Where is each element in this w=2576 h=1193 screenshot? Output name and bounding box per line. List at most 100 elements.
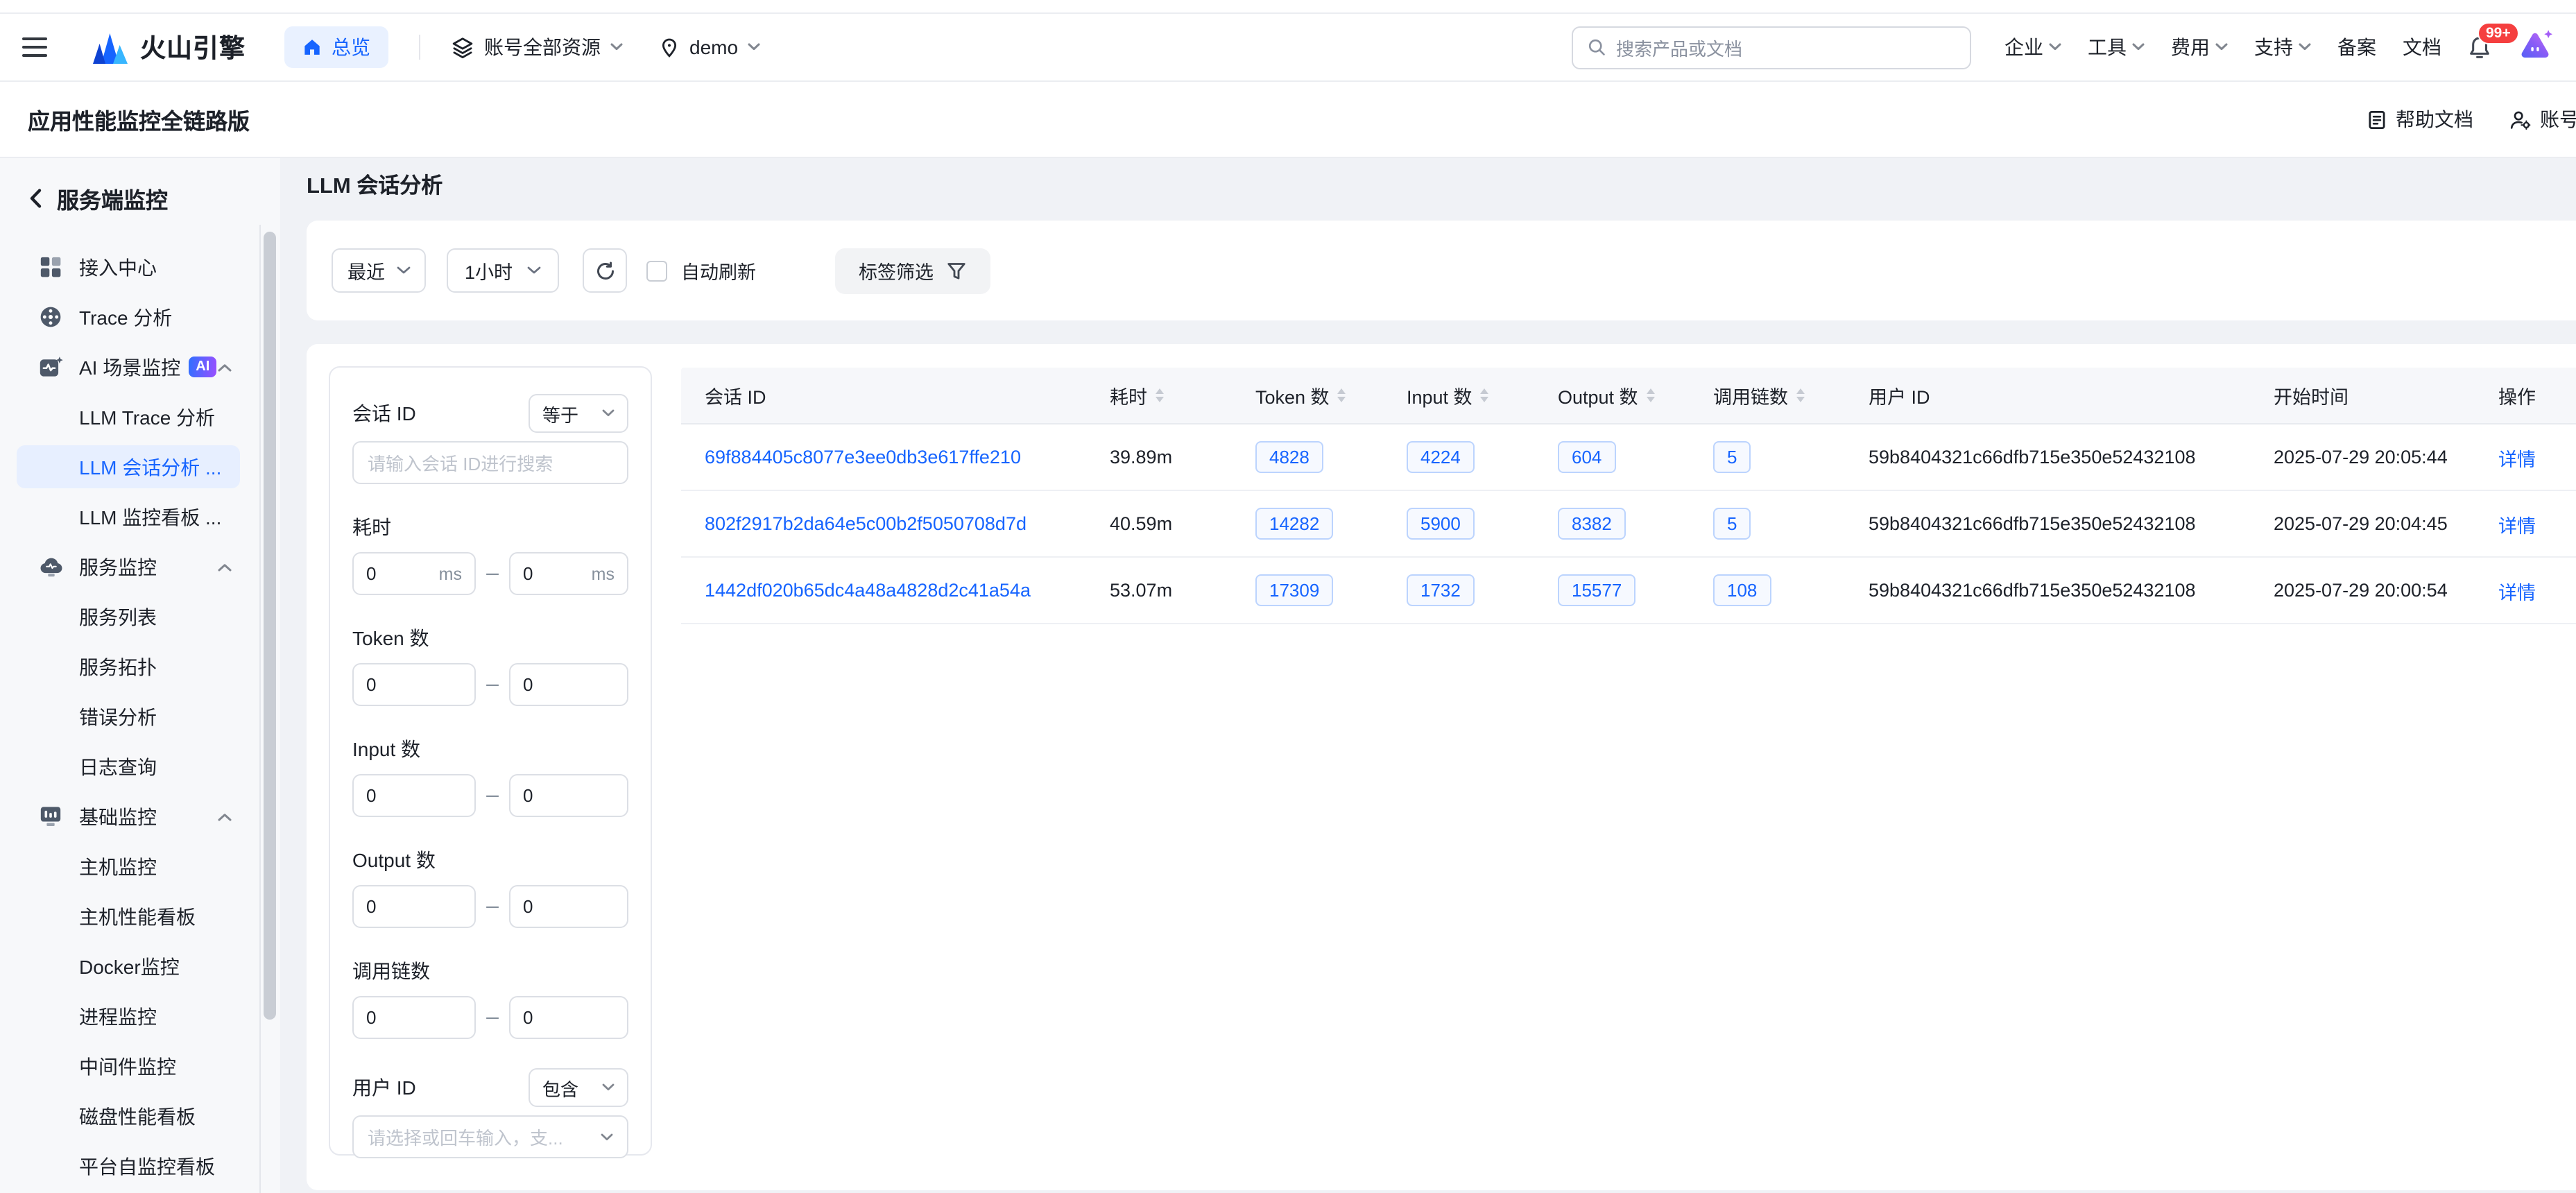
sidebar-item[interactable]: 主机性能看板 bbox=[17, 895, 240, 938]
chevron-up-icon bbox=[218, 363, 232, 371]
sidebar-item[interactable]: 基础监控 bbox=[17, 795, 240, 838]
duration-max-input[interactable]: 0 ms bbox=[509, 552, 628, 595]
time-range-select[interactable]: 1小时 bbox=[447, 248, 559, 293]
nav-menu-item[interactable]: 支持 bbox=[2254, 33, 2311, 61]
user-id-input[interactable]: 请选择或回车输入，支... bbox=[352, 1115, 628, 1158]
detail-link[interactable]: 详情 bbox=[2498, 449, 2536, 470]
sidebar-item[interactable]: 接入中心 bbox=[17, 246, 240, 289]
column-header[interactable]: 调用链数 bbox=[1713, 381, 1869, 409]
nav-menu-item[interactable]: 备案 bbox=[2337, 33, 2376, 61]
sidebar-item[interactable]: 服务拓扑 bbox=[17, 645, 240, 688]
notifications-button[interactable]: 99+ bbox=[2466, 34, 2493, 60]
sidebar-header-back[interactable]: 服务端监控 bbox=[0, 158, 280, 215]
table-row: 1442df020b65dc4a48a4828d2c41a54a53.07m17… bbox=[681, 558, 2576, 624]
help-doc-link[interactable]: 帮助文档 bbox=[2367, 105, 2473, 133]
region-label: demo bbox=[689, 36, 738, 58]
refresh-icon bbox=[594, 260, 615, 281]
sort-icon[interactable] bbox=[1647, 388, 1655, 403]
user-id-operator-select[interactable]: 包含 bbox=[529, 1068, 628, 1107]
count-tag[interactable]: 5 bbox=[1713, 507, 1751, 540]
count-tag[interactable]: 4828 bbox=[1255, 440, 1323, 473]
sidebar-item-label: 主机监控 bbox=[79, 852, 157, 880]
trace-min-input[interactable]: 0 bbox=[352, 996, 476, 1039]
nav-menu-item[interactable]: 文档 bbox=[2403, 33, 2441, 61]
sidebar-item[interactable]: 日志查询 bbox=[17, 745, 240, 788]
token-label: Token 数 bbox=[352, 627, 429, 649]
count-tag[interactable]: 5 bbox=[1713, 440, 1751, 473]
column-header[interactable]: 耗时 bbox=[1110, 381, 1255, 409]
table-cell-session_id: 69f884405c8077e3ee0db3e617ffe210 bbox=[681, 447, 1110, 467]
session-id-operator-select[interactable]: 等于 bbox=[529, 394, 628, 433]
trace-max-input[interactable]: 0 bbox=[509, 996, 628, 1039]
sidebar-item[interactable]: 中间件监控 bbox=[17, 1045, 240, 1088]
detail-link[interactable]: 详情 bbox=[2498, 515, 2536, 536]
token-max-input[interactable]: 0 bbox=[509, 663, 628, 706]
sidebar-scrollbar-thumb[interactable] bbox=[264, 232, 276, 1020]
count-tag[interactable]: 1732 bbox=[1407, 574, 1475, 606]
session-id-link[interactable]: 1442df020b65dc4a48a4828d2c41a54a bbox=[705, 580, 1031, 601]
count-tag[interactable]: 604 bbox=[1558, 440, 1615, 473]
column-header[interactable]: Token 数 bbox=[1255, 381, 1407, 409]
sidebar-item[interactable]: 磁盘性能看板 bbox=[17, 1095, 240, 1138]
account-permission-link[interactable]: 账号权限 bbox=[2509, 105, 2576, 133]
sidebar-item[interactable]: LLM 会话分析 ... bbox=[17, 445, 240, 488]
refresh-button[interactable] bbox=[583, 248, 627, 293]
sidebar-item[interactable]: Docker监控 bbox=[17, 945, 240, 988]
help-doc-label: 帮助文档 bbox=[2396, 105, 2473, 133]
overview-button[interactable]: 总览 bbox=[284, 26, 388, 68]
sidebar-item[interactable]: LLM Trace 分析 bbox=[17, 395, 240, 438]
nav-menu-item[interactable]: 企业 bbox=[2004, 33, 2061, 61]
cell-text: 59b8404321c66dfb715e350e52432108 bbox=[1869, 513, 2196, 534]
region-selector[interactable]: demo bbox=[659, 36, 760, 58]
column-header[interactable]: Input 数 bbox=[1407, 381, 1558, 409]
sidebar-item[interactable]: 进程监控 bbox=[17, 995, 240, 1038]
input-min-input[interactable]: 0 bbox=[352, 774, 476, 817]
sort-icon[interactable] bbox=[1481, 388, 1489, 403]
input-max-input[interactable]: 0 bbox=[509, 774, 628, 817]
auto-refresh-toggle[interactable]: 自动刷新 bbox=[646, 257, 756, 284]
sort-icon[interactable] bbox=[1338, 388, 1346, 403]
count-tag[interactable]: 5900 bbox=[1407, 507, 1475, 540]
count-tag[interactable]: 108 bbox=[1713, 574, 1771, 606]
nav-menu-item[interactable]: 费用 bbox=[2171, 33, 2228, 61]
sidebar-item[interactable]: AI 场景监控 AI bbox=[17, 345, 240, 388]
output-max-input[interactable]: 0 bbox=[509, 885, 628, 928]
sort-icon[interactable] bbox=[1156, 388, 1164, 403]
sidebar-item[interactable]: 服务列表 bbox=[17, 595, 240, 638]
tag-filter-button[interactable]: 标签筛选 bbox=[835, 248, 990, 293]
sidebar-item[interactable]: 主机监控 bbox=[17, 845, 240, 888]
sidebar-item[interactable]: Trace 分析 bbox=[17, 295, 240, 338]
time-mode-select[interactable]: 最近 bbox=[332, 248, 426, 293]
session-id-link[interactable]: 802f2917b2da64e5c00b2f5050708d7d bbox=[705, 513, 1027, 534]
nav-menu-item[interactable]: 工具 bbox=[2088, 33, 2145, 61]
session-id-link[interactable]: 69f884405c8077e3ee0db3e617ffe210 bbox=[705, 447, 1021, 467]
detail-link[interactable]: 详情 bbox=[2498, 582, 2536, 603]
avatar[interactable] bbox=[2514, 28, 2557, 67]
account-resources-selector[interactable]: 账号全部资源 bbox=[451, 33, 623, 61]
brand-logo[interactable]: 火山引擎 bbox=[92, 29, 246, 65]
count-tag[interactable]: 17309 bbox=[1255, 574, 1333, 606]
auto-refresh-checkbox[interactable] bbox=[646, 260, 667, 281]
nav-menu-item-label: 费用 bbox=[2171, 33, 2210, 61]
column-header[interactable]: Output 数 bbox=[1558, 381, 1713, 409]
toolbar-card: 最近 1小时 自动刷新 标签筛选 bbox=[307, 221, 2576, 320]
count-tag[interactable]: 15577 bbox=[1558, 574, 1635, 606]
count-tag[interactable]: 4224 bbox=[1407, 440, 1475, 473]
table-row: 802f2917b2da64e5c00b2f5050708d7d40.59m14… bbox=[681, 491, 2576, 558]
sidebar-item[interactable]: 服务监控 bbox=[17, 545, 240, 588]
sidebar-item[interactable]: 错误分析 bbox=[17, 695, 240, 738]
sidebar-item[interactable]: LLM 监控看板 ... bbox=[17, 495, 240, 538]
table-cell-duration: 53.07m bbox=[1110, 580, 1255, 601]
search-input[interactable]: 搜索产品或文档 bbox=[1572, 26, 1971, 69]
sidebar-item[interactable]: 平台自监控看板 bbox=[17, 1144, 240, 1187]
chevron-up-icon bbox=[218, 563, 232, 571]
session-id-input[interactable]: 请输入会话 ID进行搜索 bbox=[352, 441, 628, 484]
count-tag[interactable]: 8382 bbox=[1558, 507, 1626, 540]
token-min-input[interactable]: 0 bbox=[352, 663, 476, 706]
hamburger-menu-icon[interactable] bbox=[22, 37, 47, 57]
duration-min-input[interactable]: 0 ms bbox=[352, 552, 476, 595]
table-body: 69f884405c8077e3ee0db3e617ffe21039.89m48… bbox=[681, 424, 2576, 624]
count-tag[interactable]: 14282 bbox=[1255, 507, 1333, 540]
output-min-input[interactable]: 0 bbox=[352, 885, 476, 928]
sort-icon[interactable] bbox=[1796, 388, 1805, 403]
